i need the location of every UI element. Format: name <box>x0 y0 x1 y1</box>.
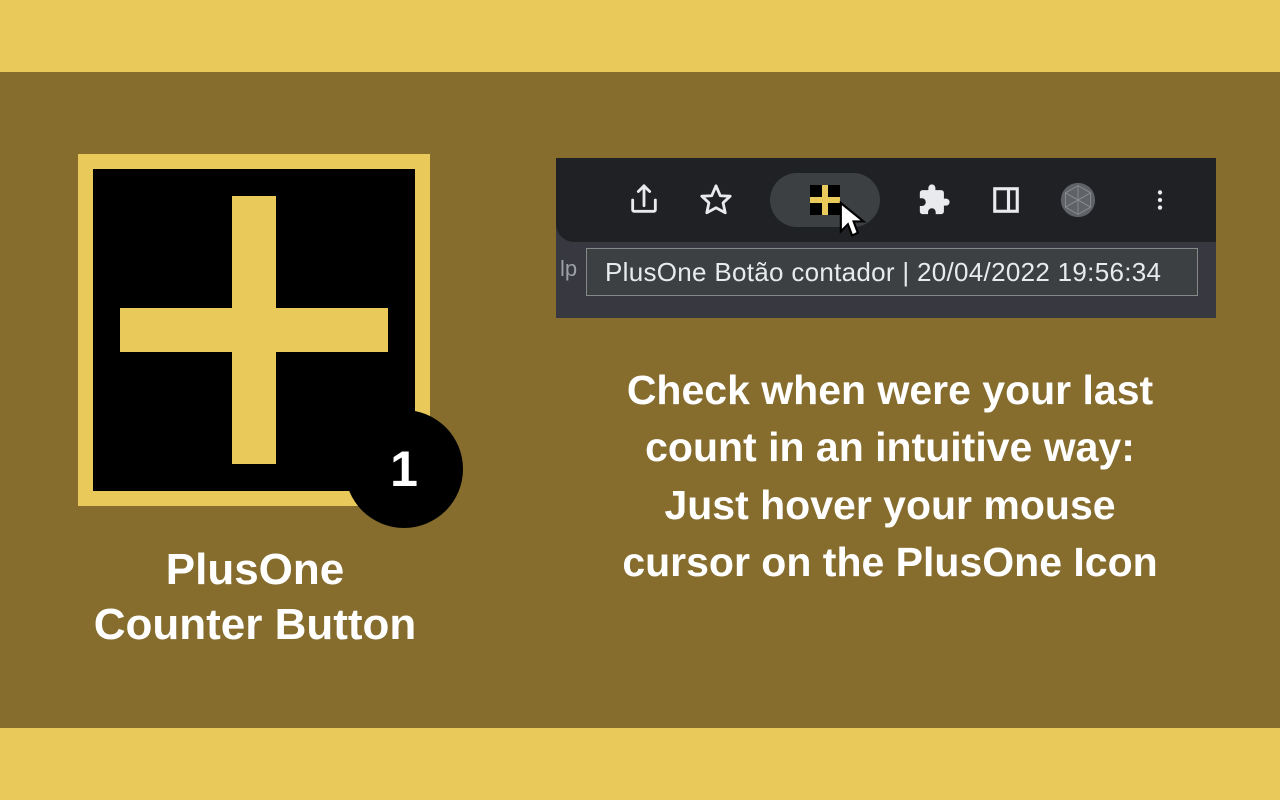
description-line-3: Just hover your mouse <box>520 477 1260 534</box>
star-icon[interactable] <box>698 182 734 218</box>
browser-toolbar-screenshot: lp PlusOne Botão contador | 20/04/2022 1… <box>556 158 1216 318</box>
product-name-line-2: Counter Button <box>40 597 470 652</box>
extension-tooltip: PlusOne Botão contador | 20/04/2022 19:5… <box>586 248 1198 296</box>
description-line-1: Check when were your last <box>520 362 1260 419</box>
side-panel-icon[interactable] <box>988 182 1024 218</box>
counter-badge: 1 <box>345 410 463 528</box>
plusone-extension-button[interactable] <box>770 173 880 227</box>
product-name: PlusOne Counter Button <box>40 542 470 652</box>
description-line-2: count in an intuitive way: <box>520 419 1260 476</box>
share-icon[interactable] <box>626 182 662 218</box>
plus-icon-horizontal <box>120 308 388 352</box>
feature-description: Check when were your last count in an in… <box>520 362 1260 592</box>
profile-avatar-icon[interactable] <box>1060 182 1096 218</box>
more-menu-icon[interactable] <box>1142 182 1178 218</box>
product-name-line-1: PlusOne <box>40 542 470 597</box>
extensions-icon[interactable] <box>916 182 952 218</box>
truncated-text-hint: lp <box>560 256 577 282</box>
content-band: 1 PlusOne Counter Button <box>0 72 1280 728</box>
description-line-4: cursor on the PlusOne Icon <box>520 534 1260 591</box>
plus-icon <box>810 185 840 215</box>
browser-toolbar-row <box>556 158 1216 242</box>
